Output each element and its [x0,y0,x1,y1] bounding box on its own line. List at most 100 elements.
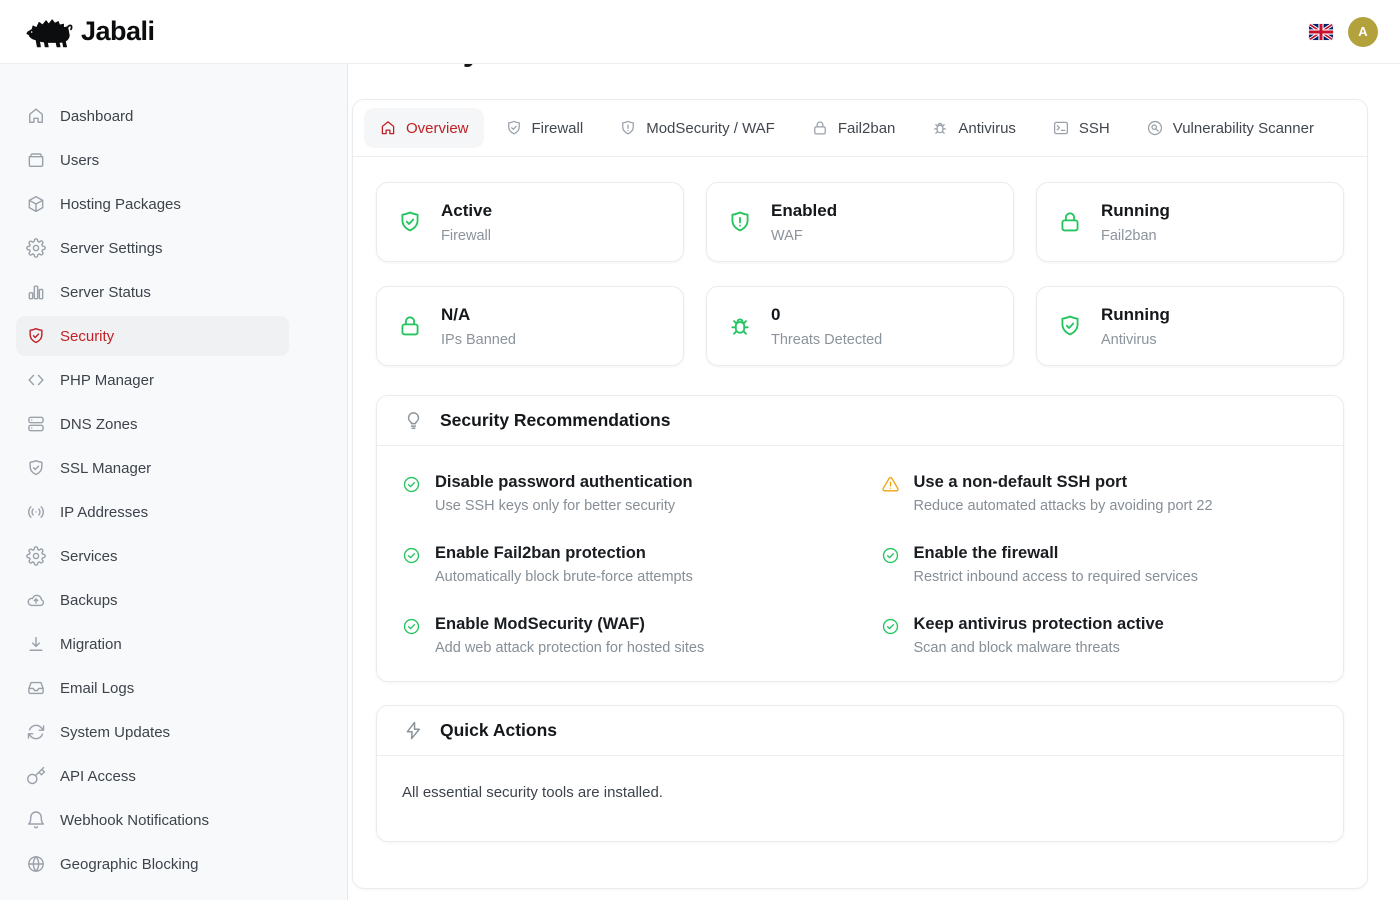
sidebar-item-label: System Updates [60,724,170,741]
tab-firewall[interactable]: Firewall [490,108,599,148]
quick-actions-message: All essential security tools are install… [377,756,1343,841]
recommendation-title: Enable Fail2ban protection [435,544,693,563]
tab-bar: Overview Firewall ModSecurity / WAF Fail2ba… [353,100,1367,157]
shield-check-icon [26,458,46,478]
sidebar-item-security[interactable]: Security [16,316,289,356]
sidebar-item-api-access[interactable]: API Access [16,756,289,796]
app-header: Jabali A [0,0,1400,64]
lock-icon [1057,209,1083,235]
status-value: 0 [771,305,882,325]
recommendations-header: Security Recommendations [377,396,1343,446]
sidebar-item-label: Hosting Packages [60,196,181,213]
avatar-letter: A [1358,24,1367,39]
status-card-ips-banned: N/AIPs Banned [376,286,684,366]
home-icon [26,106,46,126]
tab-overview[interactable]: Overview [364,108,484,148]
status-label: Threats Detected [771,332,882,348]
tab-modsecurity-waf[interactable]: ModSecurity / WAF [604,108,790,148]
sidebar-item-dns-zones[interactable]: DNS Zones [16,404,289,444]
sidebar-item-webhook-notifications[interactable]: Webhook Notifications [16,800,289,840]
recommendation-item-keep-antivirus-protection-active: Keep antivirus protection activeScan and… [881,615,1320,656]
sidebar-item-users[interactable]: Users [16,140,289,180]
sidebar-item-system-updates[interactable]: System Updates [16,712,289,752]
check-circle-icon [881,617,900,636]
tab-label: Vulnerability Scanner [1173,120,1314,137]
sidebar-item-ip-addresses[interactable]: IP Addresses [16,492,289,532]
avatar[interactable]: A [1348,17,1378,47]
sidebar-item-label: API Access [60,768,136,785]
status-card-fail2ban: RunningFail2ban [1036,182,1344,262]
check-circle-icon [881,546,900,565]
sidebar-item-label: DNS Zones [60,416,138,433]
sidebar-item-php-manager[interactable]: PHP Manager [16,360,289,400]
sidebar-item-email-logs[interactable]: Email Logs [16,668,289,708]
scan-search-icon [1146,119,1164,137]
cloud-upload-icon [26,590,46,610]
home-icon [379,119,397,137]
tab-vulnerability-scanner[interactable]: Vulnerability Scanner [1131,108,1329,148]
code-icon [26,370,46,390]
tab-ssh[interactable]: SSH [1037,108,1125,148]
sidebar-item-backups[interactable]: Backups [16,580,289,620]
terminal-icon [1052,119,1070,137]
sidebar-item-ssl-manager[interactable]: SSL Manager [16,448,289,488]
recommendation-subtitle: Add web attack protection for hosted sit… [435,640,704,656]
check-circle-icon [402,475,421,494]
bar-chart-icon [26,282,46,302]
sidebar-item-label: Backups [60,592,118,609]
recommendations-card: Security Recommendations Disable passwor… [376,395,1344,682]
sidebar-item-geographic-blocking[interactable]: Geographic Blocking [16,844,289,884]
uk-flag-icon [1309,24,1333,40]
bell-icon [26,810,46,830]
recommendation-item-use-a-non-default-ssh-port: Use a non-default SSH port Reduce automat… [881,473,1320,514]
check-circle-icon [402,546,421,565]
sidebar-item-label: SSL Manager [60,460,151,477]
tab-antivirus[interactable]: Antivirus [916,108,1031,148]
tab-label: SSH [1079,120,1110,137]
tab-label: Firewall [532,120,584,137]
sidebar-item-dashboard[interactable]: Dashboard [16,96,289,136]
archive-icon [26,150,46,170]
shield-check-icon [26,326,46,346]
security-panel: Overview Firewall ModSecurity / WAF Fail2ba… [352,99,1368,889]
recommendation-subtitle: Reduce automated attacks by avoiding por… [914,498,1213,514]
sidebar-item-label: Geographic Blocking [60,856,198,873]
status-card-antivirus: RunningAntivirus [1036,286,1344,366]
recommendations-title: Security Recommendations [440,410,670,431]
sidebar-item-label: PHP Manager [60,372,154,389]
recommendation-subtitle: Use SSH keys only for better security [435,498,693,514]
bolt-icon [403,720,424,741]
brand[interactable]: Jabali [26,14,155,50]
sidebar-item-server-status[interactable]: Server Status [16,272,289,312]
recommendations-list: Disable password authenticationUse SSH k… [377,446,1343,681]
sidebar-item-label: Email Logs [60,680,134,697]
key-icon [26,766,46,786]
sidebar-item-hosting-packages[interactable]: Hosting Packages [16,184,289,224]
inbox-icon [26,678,46,698]
sidebar-item-server-settings[interactable]: Server Settings [16,228,289,268]
language-flag-button[interactable] [1309,24,1333,40]
overview-tab-panel: ActiveFirewall Enabled WAF RunningFail2ban N… [353,157,1367,888]
recommendation-title: Use a non-default SSH port [914,473,1213,492]
tab-label: Antivirus [958,120,1016,137]
download-icon [26,634,46,654]
recommendation-item-disable-password-authentication: Disable password authenticationUse SSH k… [402,473,841,514]
status-card-firewall: ActiveFirewall [376,182,684,262]
refresh-icon [26,722,46,742]
tab-label: ModSecurity / WAF [646,120,775,137]
boar-logo-icon [26,14,74,50]
recommendation-title: Keep antivirus protection active [914,615,1164,634]
recommendation-item-enable-the-firewall: Enable the firewallRestrict inbound acce… [881,544,1320,585]
status-label: WAF [771,228,837,244]
bug-icon [931,119,949,137]
tab-fail2ban[interactable]: Fail2ban [796,108,911,148]
check-circle-icon [402,617,421,636]
status-card-waf: Enabled WAF [706,182,1014,262]
sidebar-item-services[interactable]: Services [16,536,289,576]
status-value: N/A [441,305,516,325]
sidebar-item-label: Server Settings [60,240,163,257]
status-value: Enabled [771,201,837,221]
sidebar-item-migration[interactable]: Migration [16,624,289,664]
recommendation-subtitle: Automatically block brute-force attempts [435,569,693,585]
quick-actions-header: Quick Actions [377,706,1343,756]
